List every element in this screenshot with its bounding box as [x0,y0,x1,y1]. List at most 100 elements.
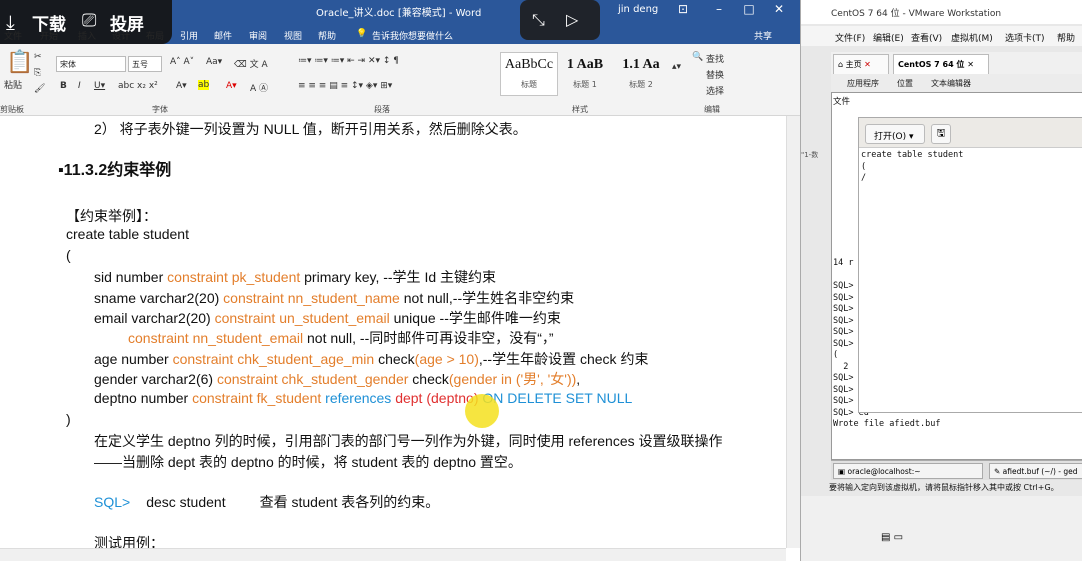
menu-file[interactable]: 文件(F) [835,31,865,44]
search-icon: 🔍 [692,52,704,62]
doc-line-1: 2） 将子表外键一列设置为 NULL 值，断开引用关系，然后删除父表。 [94,121,527,137]
bullets-icon[interactable]: ≔▾ ≔▾ ≔▾ ⇤ ⇥ ✕▾ ↕ ¶ [298,56,399,66]
download-button[interactable]: 下载 [32,10,66,35]
menu-vm[interactable]: 虚拟机(M) [951,31,993,44]
references-text: references [321,390,392,406]
strike-icon[interactable]: abc x₂ x² [118,81,158,91]
menu-edit[interactable]: 编辑(E) [873,31,904,44]
close-icon[interactable]: ✕ [772,2,786,16]
style-heading1[interactable]: 1 AaB 标题 1 [556,52,614,96]
menu-tabs[interactable]: 选项卡(T) [1005,31,1045,44]
style-name: 标题 [521,80,537,89]
tab-mailings[interactable]: 邮件 [214,29,232,42]
font-size-select[interactable]: 五号 [128,56,162,72]
paste-button[interactable]: 粘贴 [4,78,22,91]
constraint-text: constraint un_student_email [214,310,390,326]
cast-button[interactable]: 投屏 [110,10,144,35]
clipboard-group-label: 剪贴板 [0,105,24,114]
gedit-text-area[interactable]: create table student(/ [859,150,963,185]
view-icons[interactable]: ▤ ▭ [881,532,903,543]
cast-icon[interactable]: ⎚ [82,10,104,31]
tab-centos[interactable]: CentOS 7 64 位 ✕ [893,54,989,74]
open-label: 打开(O) [874,132,907,142]
task-gedit[interactable]: ✎ afiedt.buf (~/) - ged [989,463,1082,479]
test-label: 测试用例： [94,535,164,548]
char-shading-icon[interactable]: A Ⓐ [250,81,268,94]
style-heading2[interactable]: 1.1 Aa 标题 2 [612,52,670,96]
styles-more-icon[interactable]: ▴▾ [672,62,681,72]
code-text: age number [94,351,173,367]
align-icon[interactable]: ≡ ≡ ≡ ▤ ≡ ↕▾ ◈▾ ⊞▾ [298,81,392,91]
tab-help[interactable]: 帮助 [318,29,336,42]
clear-format-icon[interactable]: ⌫ 文 A [234,57,268,70]
check-expr: (age > 10) [414,351,479,367]
menu-help[interactable]: 帮助 [1057,31,1075,44]
tab-references[interactable]: 引用 [180,29,198,42]
bold-icon[interactable]: B [60,81,67,91]
tab-view[interactable]: 视图 [284,29,302,42]
document-page[interactable]: 2） 将子表外键一列设置为 NULL 值，断开引用关系，然后删除父表。 ▪11.… [0,116,786,548]
sql-note: 查看 student 表各列的约束。 [259,494,440,510]
share-button[interactable]: 共享 [754,29,772,42]
font-name-select[interactable]: 宋体 [56,56,126,72]
paste-icon[interactable]: 📋 [6,50,33,75]
gedit-window[interactable]: 打开(O) ▾ 🖫 create table student(/ [858,117,1082,413]
code-text: gender varchar2(6) [94,371,217,387]
vertical-scrollbar[interactable] [786,116,800,548]
underline-icon[interactable]: U▾ [94,81,105,91]
font-color-icon[interactable]: A▾ [226,81,237,91]
terminal-line: SQL> [833,396,854,406]
cut-icon[interactable]: ✂ [34,52,42,62]
open-button[interactable]: 打开(O) ▾ [865,124,925,144]
word-window: Oracle_讲义.doc [兼容模式] - Word jin deng ⊡ –… [0,0,800,561]
download-icon[interactable]: ⤓ [6,10,28,34]
find-button[interactable]: 查找 [706,52,724,65]
ribbon-display-icon[interactable]: ⊡ [676,2,690,16]
format-painter-icon[interactable]: 🖌 [34,84,45,94]
user-name[interactable]: jin deng [618,4,658,15]
exit-fullscreen-icon[interactable]: ⤡ [532,10,545,30]
italic-icon[interactable]: I [78,81,81,91]
tab-review[interactable]: 审阅 [249,29,267,42]
gedit-line: ( [861,161,867,172]
close-tab-icon[interactable]: ✕ [967,60,974,69]
side-snippet: "1-数 [801,151,819,159]
gedit-line: / [861,173,867,183]
task-terminal[interactable]: ▣ oracle@localhost:~ [833,463,983,479]
paragraph-group-label: 段落 [374,105,390,114]
copy-icon[interactable]: ⎘ [34,68,41,78]
places-menu[interactable]: 位置 [897,78,913,89]
replace-button[interactable]: 替换 [706,68,724,81]
terminal-line: 14 r [833,258,854,268]
code-text: sid number [94,269,168,285]
code-sid: sid number constraint pk_student primary… [94,267,496,287]
style-name: 标题 2 [629,80,653,89]
horizontal-scrollbar[interactable] [0,548,786,561]
grow-font-icon[interactable]: A˄ A˅ [170,57,194,67]
code-sname: sname varchar2(20) constraint nn_student… [94,288,574,308]
applications-menu[interactable]: 应用程序 [847,78,879,89]
terminal-line: SQL> [833,338,854,349]
code-deptno: deptno number constraint fk_student refe… [94,390,632,406]
select-button[interactable]: 选择 [706,84,724,97]
tell-me-search[interactable]: 告诉我你想要做什么 [372,29,453,42]
highlight-icon[interactable]: ab [198,80,210,90]
close-tab-icon[interactable]: ✕ [864,60,871,69]
maximize-icon[interactable]: □ [742,2,756,16]
minimize-icon[interactable]: – [712,2,726,16]
guest-screen[interactable]: 文件 14 r SQL> SQL> SQL> SQL> SQL> SQL>( 2 SQL> SQL… [831,92,1082,460]
style-title[interactable]: AaBbCc 标题 [500,52,558,96]
change-case-icon[interactable]: Aa▾ [206,57,222,67]
tab-home[interactable]: ⌂ 主页 ✕ [833,54,889,74]
text-effects-icon[interactable]: A▾ [176,81,187,91]
code-email-notnull: constraint nn_student_email not null, --… [128,328,554,348]
save-icon[interactable]: 🖫 [931,124,951,144]
style-preview: 1.1 Aa [622,57,660,72]
on-delete-text: ON DELETE SET NULL [478,390,633,406]
video-icon[interactable]: ▷ [566,10,578,29]
menu-view[interactable]: 查看(V) [911,31,942,44]
text-editor-menu[interactable]: 文本编辑器 [931,78,971,89]
task-label: afiedt.buf (~/) - ged [1002,467,1078,476]
style-name: 标题 1 [573,80,597,89]
terminal-line: Wrote file afiedt.buf [833,419,941,429]
